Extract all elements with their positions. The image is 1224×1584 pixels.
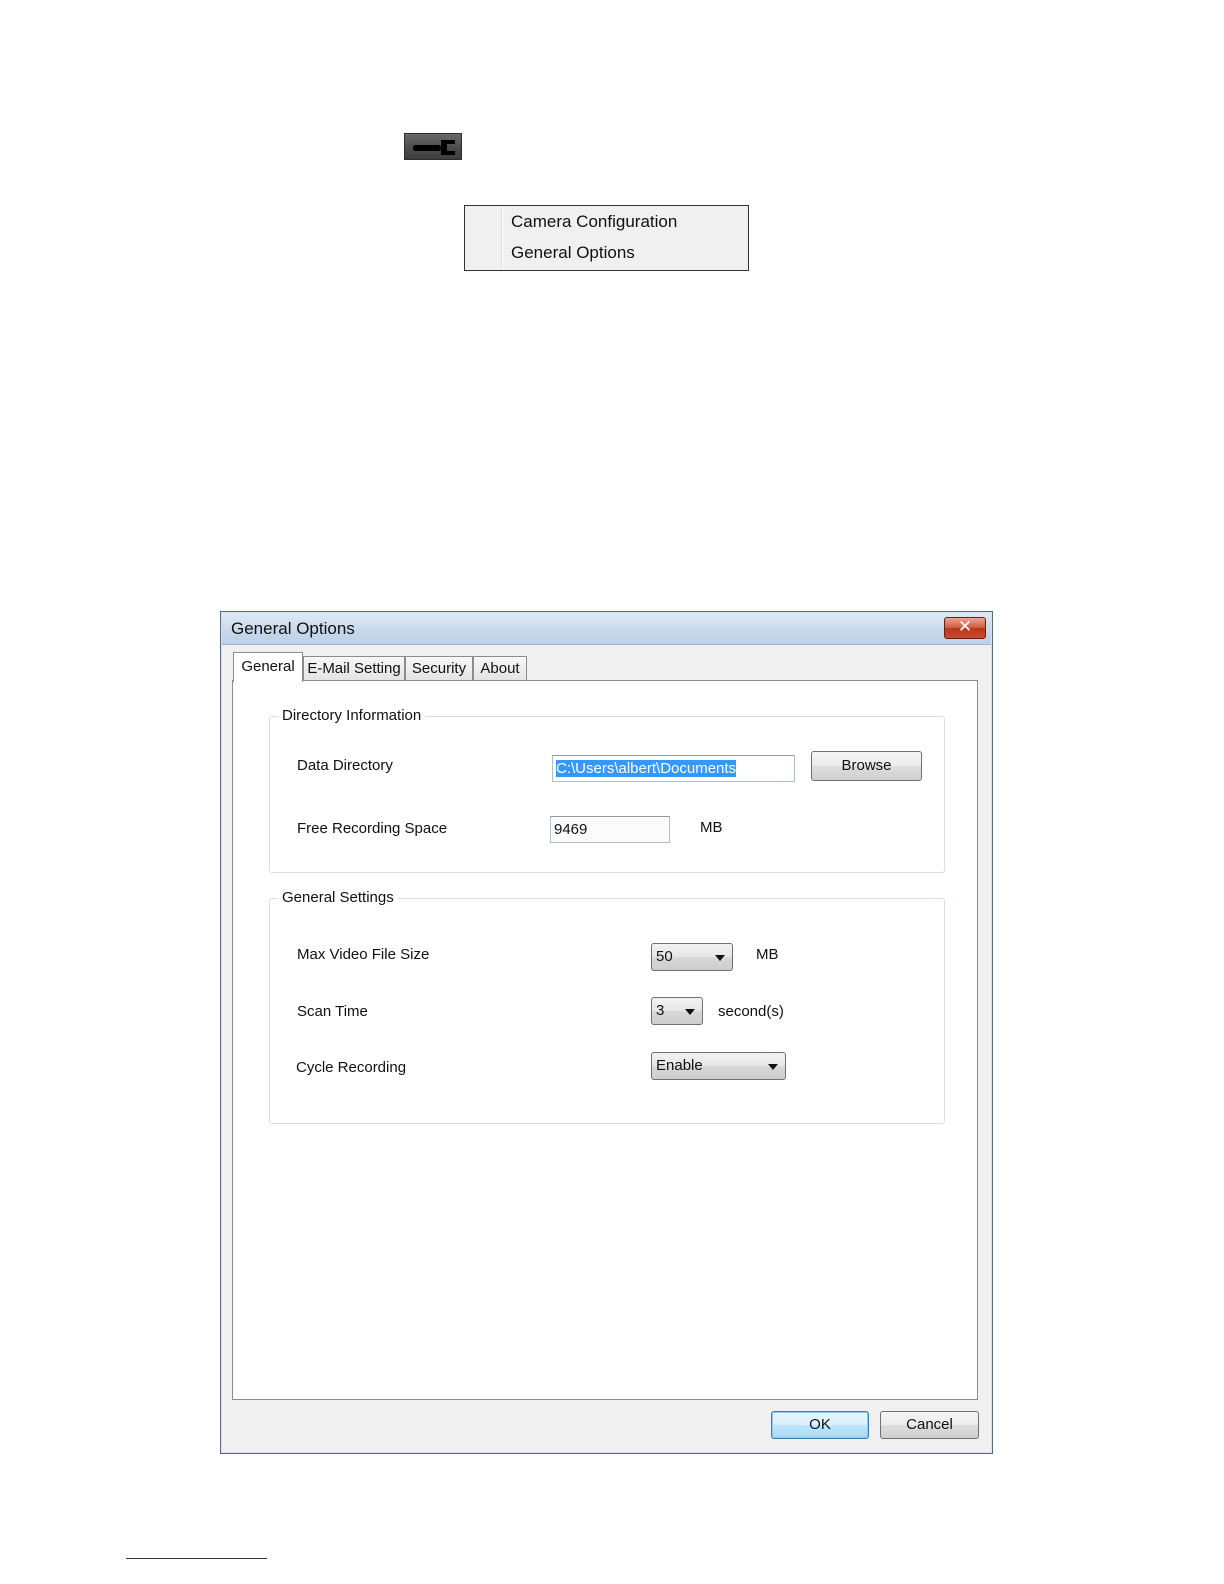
wrench-icon — [413, 140, 455, 155]
context-menu: Camera Configuration General Options — [464, 205, 749, 271]
max-video-file-size-select[interactable]: 50 — [651, 943, 733, 971]
scan-time-value: 3 — [656, 1002, 665, 1019]
max-video-file-size-label: Max Video File Size — [297, 946, 430, 963]
footnote-divider — [126, 1558, 267, 1559]
group-title-general-settings: General Settings — [278, 888, 398, 908]
menu-item-general-options[interactable]: General Options — [511, 238, 635, 268]
close-icon: ✕ — [957, 617, 973, 636]
tab-general[interactable]: General — [233, 652, 303, 682]
group-title-directory-information: Directory Information — [278, 706, 426, 726]
free-space-unit: MB — [700, 819, 723, 836]
data-directory-input[interactable]: C:\Users\albert\Documents — [552, 755, 795, 782]
tab-email-setting[interactable]: E-Mail Setting — [303, 656, 405, 681]
browse-button[interactable]: Browse — [811, 751, 922, 781]
scan-time-select[interactable]: 3 — [651, 997, 703, 1025]
cycle-recording-label: Cycle Recording — [296, 1059, 407, 1076]
scan-time-unit: second(s) — [718, 1003, 784, 1020]
data-directory-value: C:\Users\albert\Documents — [556, 760, 737, 777]
max-file-size-unit: MB — [756, 946, 779, 963]
ok-button[interactable]: OK — [771, 1411, 869, 1439]
scan-time-label: Scan Time — [297, 1003, 368, 1020]
directory-information-group: Directory Information — [269, 706, 945, 873]
menu-item-camera-configuration[interactable]: Camera Configuration — [511, 207, 677, 237]
cancel-button[interactable]: Cancel — [880, 1411, 979, 1439]
dialog-title: General Options — [231, 619, 355, 638]
settings-wrench-button[interactable] — [404, 133, 462, 160]
free-recording-space-label: Free Recording Space — [297, 820, 448, 837]
chevron-down-icon — [685, 1009, 695, 1015]
cycle-recording-value: Enable — [656, 1057, 703, 1074]
chevron-down-icon — [768, 1064, 778, 1070]
dialog-titlebar[interactable]: General Options ✕ — [222, 613, 991, 645]
general-settings-group: General Settings — [269, 888, 945, 1124]
tab-security[interactable]: Security — [405, 656, 473, 681]
close-button[interactable]: ✕ — [944, 617, 986, 639]
chevron-down-icon — [715, 955, 725, 961]
free-recording-space-input[interactable]: 9469 — [550, 816, 670, 843]
menu-gutter — [501, 207, 503, 269]
max-video-file-size-value: 50 — [656, 948, 673, 965]
cycle-recording-select[interactable]: Enable — [651, 1052, 786, 1080]
general-tab-panel: Directory Information General Settings — [232, 680, 978, 1400]
data-directory-label: Data Directory — [297, 757, 393, 774]
tab-about[interactable]: About — [473, 656, 527, 681]
